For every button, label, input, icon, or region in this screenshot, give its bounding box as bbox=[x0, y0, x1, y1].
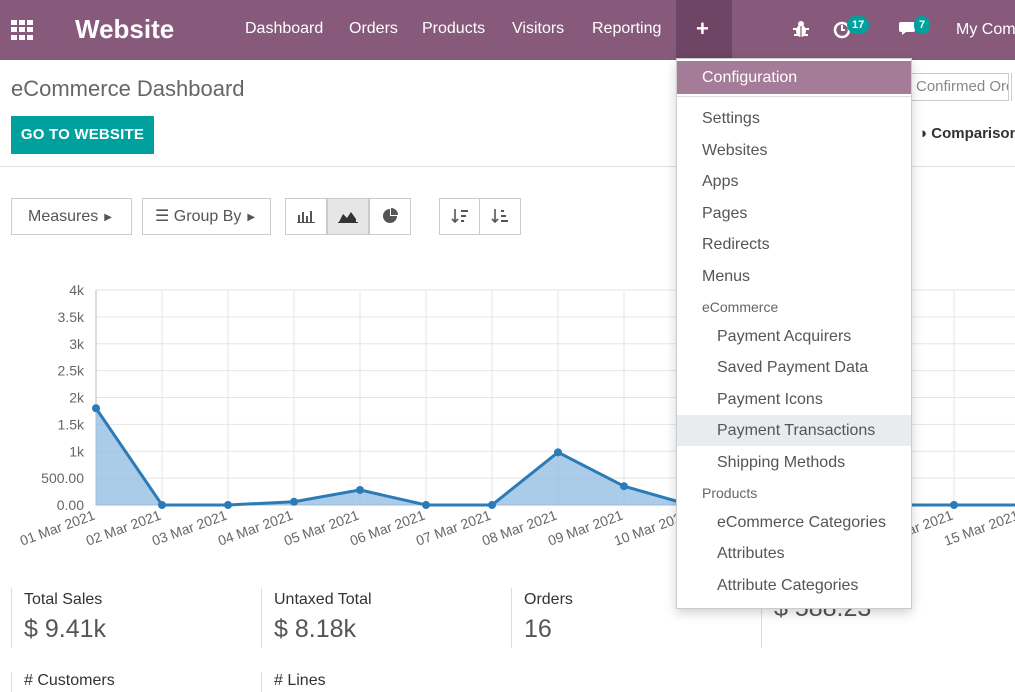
nav-dashboard[interactable]: Dashboard bbox=[245, 20, 323, 38]
search-facet: Confirmed Orders✖ bbox=[905, 73, 1009, 101]
app-brand[interactable]: Website bbox=[75, 14, 174, 45]
plus-icon: + bbox=[696, 16, 709, 41]
data-point bbox=[356, 485, 364, 494]
area-chart-button[interactable] bbox=[327, 198, 369, 235]
data-point bbox=[158, 501, 166, 509]
grid-icon[interactable] bbox=[11, 20, 35, 40]
menu-item-saved-payment-data[interactable]: Saved Payment Data bbox=[677, 352, 911, 383]
nav-products[interactable]: Products bbox=[422, 20, 485, 38]
pie-chart-icon bbox=[383, 208, 398, 223]
bar-chart-icon bbox=[297, 211, 315, 223]
menu-item-payment-icons[interactable]: Payment Icons bbox=[677, 384, 911, 415]
x-tick-label: 01 Mar 2021 bbox=[18, 507, 98, 549]
dropdown-header[interactable]: Configuration bbox=[677, 61, 911, 94]
menu-item-pages[interactable]: Pages bbox=[677, 198, 911, 229]
menu-item-menus[interactable]: Menus bbox=[677, 261, 911, 292]
top-navbar: Website Dashboard Orders Products Visito… bbox=[0, 0, 1015, 60]
facet-label: Confirmed Orders bbox=[916, 78, 1008, 95]
menu-item-apps[interactable]: Apps bbox=[677, 166, 911, 197]
y-tick-label: 3k bbox=[69, 336, 85, 352]
kpi-value: 16 bbox=[524, 615, 552, 643]
configuration-dropdown: Configuration Settings Websites Apps Pag… bbox=[676, 58, 912, 609]
caret-right-icon: ▶ bbox=[104, 212, 112, 223]
x-tick-label: 02 Mar 2021 bbox=[84, 507, 164, 549]
y-tick-label: 4k bbox=[69, 282, 85, 298]
kpi-value: $ 8.18k bbox=[274, 615, 357, 643]
nav-visitors[interactable]: Visitors bbox=[512, 20, 564, 38]
nav-reporting[interactable]: Reporting bbox=[592, 20, 661, 38]
data-point bbox=[290, 497, 298, 506]
half-circle-icon: ◑ bbox=[918, 125, 928, 142]
data-point bbox=[554, 448, 562, 457]
activity-count-badge: 17 bbox=[847, 16, 870, 34]
list-icon: ☰ bbox=[155, 208, 170, 225]
menu-item-payment-transactions[interactable]: Payment Transactions bbox=[677, 415, 911, 446]
y-tick-label: 2.5k bbox=[58, 363, 85, 379]
x-tick-label: 08 Mar 2021 bbox=[480, 507, 560, 549]
y-tick-label: 1k bbox=[69, 443, 85, 459]
bar-chart-button[interactable] bbox=[285, 198, 327, 235]
search-input[interactable] bbox=[1011, 73, 1015, 101]
divider bbox=[677, 96, 911, 97]
data-point bbox=[488, 501, 496, 509]
kpi-label: Total Sales bbox=[24, 591, 103, 608]
kpi-untaxed-total: Untaxed Total $ 8.18k bbox=[261, 588, 501, 648]
company-switcher[interactable]: My Company bbox=[956, 21, 1015, 39]
menu-item-attribute-categories[interactable]: Attribute Categories bbox=[677, 570, 911, 601]
y-tick-label: 1.5k bbox=[58, 416, 85, 432]
bug-icon[interactable] bbox=[792, 20, 810, 38]
nav-orders[interactable]: Orders bbox=[349, 20, 398, 38]
sort-ascending-button[interactable] bbox=[479, 198, 521, 235]
x-tick-label: 03 Mar 2021 bbox=[150, 507, 230, 549]
kpi-lines-label: # Lines bbox=[261, 672, 501, 692]
menu-item-redirects[interactable]: Redirects bbox=[677, 229, 911, 260]
area-chart-icon bbox=[338, 212, 358, 223]
x-tick-label: 07 Mar 2021 bbox=[414, 507, 494, 549]
kpi-total-sales: Total Sales $ 9.41k bbox=[11, 588, 251, 648]
pie-chart-button[interactable] bbox=[369, 198, 411, 235]
data-point bbox=[620, 482, 628, 491]
y-tick-label: 3.5k bbox=[58, 309, 85, 325]
measures-button[interactable]: Measures ▶ bbox=[11, 198, 132, 235]
sort-descending-icon bbox=[451, 209, 468, 224]
message-count-badge: 7 bbox=[914, 16, 931, 34]
section-header-ecommerce: eCommerce bbox=[702, 299, 779, 315]
page-title: eCommerce Dashboard bbox=[11, 76, 245, 101]
menu-item-settings[interactable]: Settings bbox=[677, 103, 911, 134]
menu-item-websites[interactable]: Websites bbox=[677, 135, 911, 166]
menu-item-shipping-methods[interactable]: Shipping Methods bbox=[677, 447, 911, 478]
kpi-label: Untaxed Total bbox=[274, 591, 372, 608]
comparison-dropdown[interactable]: ◑ Comparison bbox=[918, 125, 1015, 142]
comparison-label: Comparison bbox=[931, 125, 1015, 142]
x-tick-label: 09 Mar 2021 bbox=[546, 507, 626, 549]
data-point bbox=[92, 404, 100, 413]
menu-item-ecommerce-categories[interactable]: eCommerce Categories bbox=[677, 507, 911, 538]
group-by-button[interactable]: ☰ Group By ▶ bbox=[142, 198, 271, 235]
menu-item-attributes[interactable]: Attributes bbox=[677, 538, 911, 569]
x-tick-label: 05 Mar 2021 bbox=[282, 507, 362, 549]
nav-configuration-menu[interactable]: + bbox=[676, 0, 732, 60]
sort-ascending-icon bbox=[491, 209, 508, 224]
measures-label: Measures bbox=[28, 208, 99, 225]
go-to-website-button[interactable]: GO TO WEBSITE bbox=[11, 116, 154, 154]
data-point bbox=[224, 501, 232, 509]
menu-item-payment-acquirers[interactable]: Payment Acquirers bbox=[677, 321, 911, 352]
sort-descending-button[interactable] bbox=[439, 198, 481, 235]
kpi-value: $ 9.41k bbox=[24, 615, 107, 643]
y-tick-label: 500.00 bbox=[41, 470, 84, 486]
data-point bbox=[422, 501, 430, 509]
kpi-customers-label: # Customers bbox=[11, 672, 251, 692]
x-tick-label: 06 Mar 2021 bbox=[348, 507, 428, 549]
group-by-label: Group By bbox=[173, 208, 242, 225]
section-header-products: Products bbox=[702, 485, 758, 501]
caret-right-icon: ▶ bbox=[247, 212, 256, 223]
x-tick-label: 15 Mar 2021 bbox=[942, 507, 1015, 549]
data-point bbox=[950, 501, 958, 509]
y-tick-label: 2k bbox=[69, 390, 85, 406]
x-tick-label: 04 Mar 2021 bbox=[216, 507, 296, 549]
